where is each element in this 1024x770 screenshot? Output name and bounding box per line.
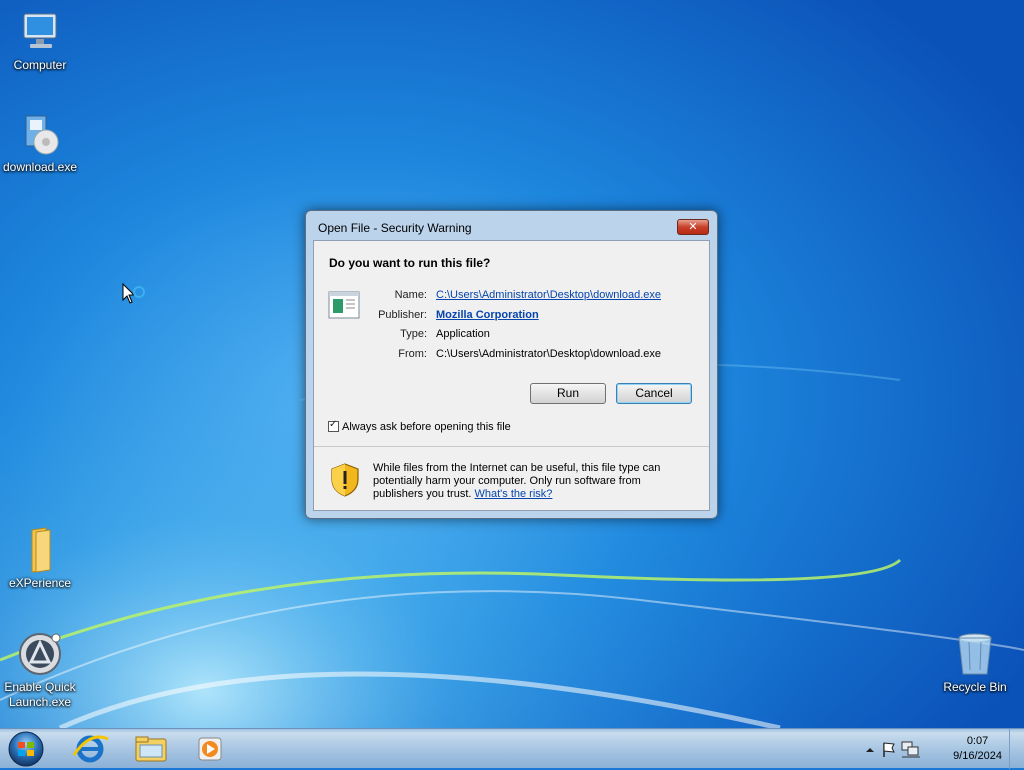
file-info: Name: C:\Users\Administrator\Desktop\down…: [374, 289, 661, 367]
autoit-icon: [19, 633, 61, 675]
cancel-button[interactable]: Cancel: [616, 383, 692, 404]
taskbar-windows-explorer[interactable]: [122, 731, 178, 767]
windows-explorer-icon: [135, 736, 167, 762]
installer-icon: [25, 115, 59, 155]
always-ask-label: Always ask before opening this file: [342, 421, 511, 433]
internet-explorer-icon: [72, 735, 109, 763]
system-tray: [864, 739, 934, 762]
desktop-icon-label: eXPerience: [8, 576, 72, 590]
publisher-row: Publisher: Mozilla Corporation: [374, 309, 661, 329]
desktop-icon-download-exe[interactable]: download.exe: [0, 110, 80, 175]
type-row: Type: Application: [374, 328, 661, 348]
type-value: Application: [436, 328, 490, 340]
taskbar-media-player[interactable]: [182, 731, 238, 767]
always-ask-checkbox[interactable]: Always ask before opening this file: [328, 419, 511, 433]
start-button[interactable]: [6, 730, 46, 768]
security-warning-dialog: Open File - Security Warning ✕ Do you wa…: [305, 210, 718, 519]
desktop-icon-experience[interactable]: eXPerience: [0, 526, 80, 591]
type-label: Type:: [400, 328, 427, 340]
name-label: Name:: [394, 289, 427, 301]
desktop-icon-label: Computer: [13, 58, 67, 72]
from-row: From: C:\Users\Administrator\Desktop\down…: [374, 348, 661, 368]
dialog-question: Do you want to run this file?: [329, 256, 491, 270]
computer-icon: [23, 13, 57, 48]
publisher-label: Publisher:: [378, 308, 427, 321]
publisher-link[interactable]: Mozilla Corporation: [436, 309, 539, 321]
desktop-icon-enable-quick-launch[interactable]: Enable Quick Launch.exe: [0, 630, 80, 710]
taskbar-clock[interactable]: 0:07 9/16/2024: [953, 734, 1002, 764]
busy-cursor-icon: [122, 283, 145, 304]
network-icon[interactable]: [901, 741, 920, 758]
application-file-icon: [328, 291, 360, 319]
close-icon: ✕: [688, 220, 698, 233]
clock-date: 9/16/2024: [953, 750, 1002, 762]
action-center-flag-icon[interactable]: [883, 742, 895, 757]
desktop-icon-computer[interactable]: Computer: [0, 8, 80, 73]
desktop-icon-label: Enable Quick Launch.exe: [4, 680, 76, 709]
close-button[interactable]: ✕: [677, 219, 709, 235]
desktop-icon-label: Recycle Bin: [943, 680, 1007, 694]
checkbox-checked-icon[interactable]: [328, 419, 339, 432]
dialog-title: Open File - Security Warning: [318, 221, 472, 235]
clock-time: 0:07: [966, 735, 989, 747]
recycle-bin-icon: [958, 633, 992, 675]
warning-area: While files from the Internet can be use…: [314, 447, 709, 510]
taskbar-internet-explorer[interactable]: [62, 731, 118, 767]
warning-text: While files from the Internet can be use…: [373, 462, 693, 501]
taskbar: 0:07 9/16/2024: [0, 728, 1024, 769]
dialog-client-area: Do you want to run this file? Name: C:\Us…: [313, 240, 710, 511]
whats-the-risk-link[interactable]: What's the risk?: [475, 488, 553, 500]
show-desktop-button[interactable]: [1009, 729, 1024, 769]
show-hidden-icons-icon[interactable]: [866, 748, 874, 752]
run-button[interactable]: Run: [530, 383, 606, 404]
desktop-icon-recycle-bin[interactable]: Recycle Bin: [935, 630, 1015, 695]
name-row: Name: C:\Users\Administrator\Desktop\down…: [374, 289, 661, 309]
file-name-link[interactable]: C:\Users\Administrator\Desktop\download.…: [436, 289, 661, 301]
media-player-icon: [198, 737, 222, 761]
warning-shield-icon: [331, 463, 359, 497]
desktop-icon-label: download.exe: [2, 160, 78, 174]
dialog-titlebar[interactable]: Open File - Security Warning ✕: [306, 211, 717, 241]
from-value: C:\Users\Administrator\Desktop\download.…: [436, 347, 661, 360]
folder-icon: [31, 527, 51, 573]
from-label: From:: [398, 347, 427, 360]
